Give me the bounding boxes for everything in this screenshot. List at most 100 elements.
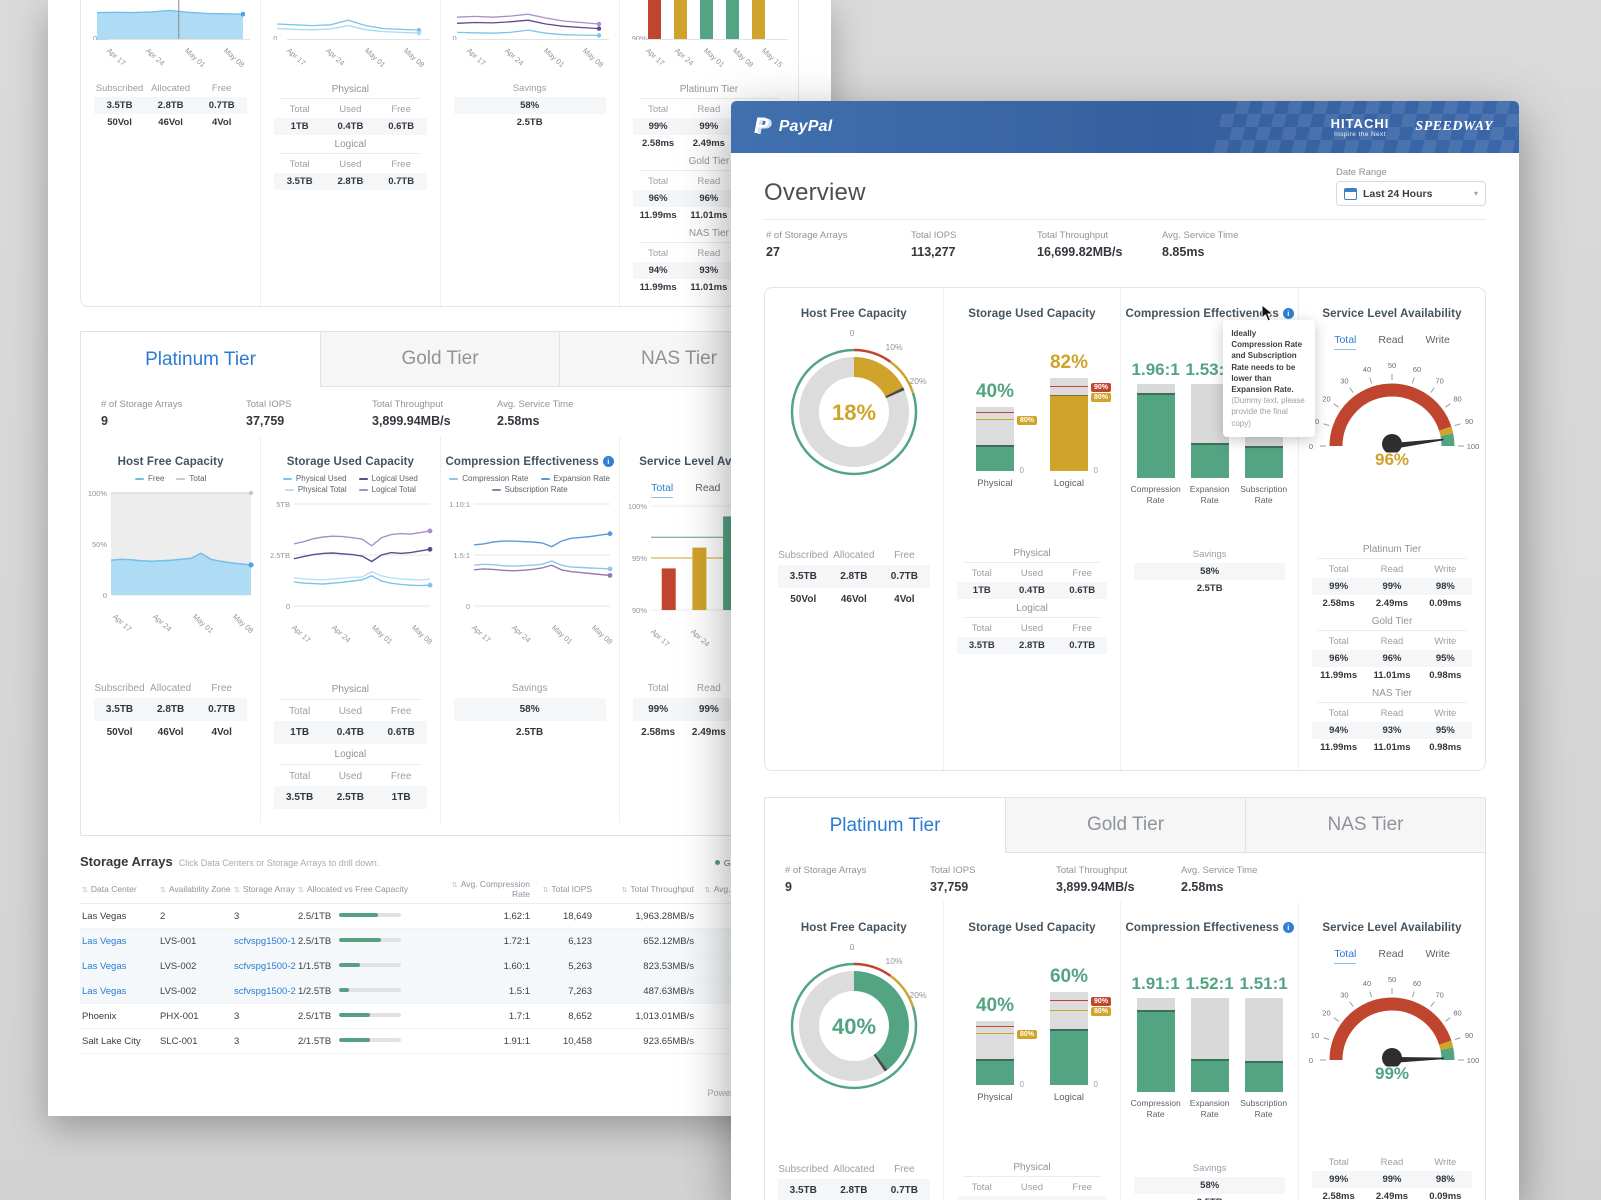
capacity-bar-logical: 82%90%80%0Logical	[1050, 378, 1088, 471]
table-section-title: Physical	[280, 82, 420, 99]
tier-tab-nas-tier[interactable]: NAS Tier	[1245, 798, 1485, 853]
info-icon[interactable]: i	[1283, 308, 1294, 319]
sla-tab-read[interactable]: Read	[1378, 334, 1403, 350]
svg-text:30: 30	[1340, 990, 1348, 999]
sort-icon[interactable]: ⇅	[82, 887, 88, 894]
physical-logical-table: PhysicalTotalUsedFree1TB0.4TB0.6TBLogica…	[261, 82, 439, 190]
svg-text:80: 80	[1453, 1008, 1461, 1017]
back-compression-chart-col: Compression Effectivenessi Compression R…	[440, 436, 619, 673]
subscribed-table: SubscribedAllocatedFree3.5TB2.8TB0.7TB50…	[765, 546, 943, 611]
date-axis-labels: Apr 17Apr 24May 01May 08	[91, 610, 251, 644]
info-icon[interactable]: i	[603, 456, 614, 467]
drilldown-link[interactable]: Las Vegas	[82, 986, 126, 997]
table-header-row: Savings	[1134, 546, 1285, 563]
drilldown-link[interactable]: scfvspg1500-2	[234, 961, 296, 972]
svg-text:95%: 95%	[632, 554, 647, 563]
table-row: Salt Lake CitySLC-00132/1.5TB1.91:110,45…	[80, 1029, 799, 1054]
sla-tab-read[interactable]: Read	[1378, 948, 1403, 964]
sla-tab-total[interactable]: Total	[1334, 334, 1356, 350]
drilldown-link[interactable]: scfvspg1500-1	[234, 936, 296, 947]
table-row: 50Vol46Vol4Vol	[94, 114, 247, 131]
x-axis	[646, 39, 788, 40]
date-axis-labels: Apr 17Apr 24May 01May 08	[441, 40, 619, 80]
chart-legend: Physical UsedLogical UsedPhysical TotalL…	[265, 474, 435, 494]
overview-card: Host Free Capacity 18%010%20% Subscribed…	[764, 287, 1486, 771]
app-header: PP PayPal HITACHI Inspire the Next SPEED…	[731, 101, 1519, 153]
sort-icon[interactable]: ⇅	[298, 887, 304, 894]
sla-tab-total[interactable]: Total	[1334, 948, 1356, 964]
sort-icon[interactable]: ⇅	[234, 887, 240, 894]
sla-tab-total[interactable]: Total	[651, 482, 673, 498]
table-section-title: Logical	[963, 601, 1102, 618]
table-section-title: Physical	[280, 681, 420, 700]
metric: Total Throughput16,699.82MB/s	[1037, 230, 1162, 259]
sla-col: Service Level Availability TotalReadWrit…	[1298, 902, 1485, 1200]
svg-text:0: 0	[1309, 442, 1313, 451]
chevron-down-icon: ▾	[1474, 189, 1478, 198]
tier-tab-bar: Platinum TierGold TierNAS Tier	[81, 332, 798, 387]
svg-text:30: 30	[1340, 376, 1348, 385]
tier-tab-platinum-tier[interactable]: Platinum Tier	[765, 798, 1005, 853]
drilldown-link[interactable]: scfvspg1500-2	[234, 986, 296, 997]
ratio-bar: 1.91:1Compression Rate	[1137, 998, 1175, 1092]
back-frag-compression: 0 Apr 17Apr 24May 01May 08 Savings58%2.5…	[440, 0, 619, 306]
sort-icon[interactable]: ⇅	[452, 882, 458, 889]
host-free-area-fragment	[95, 0, 246, 40]
axis-zero-label: 0	[93, 34, 97, 40]
sla-tab-read[interactable]: Read	[695, 482, 720, 498]
paypal-mark-icon: PP	[757, 114, 772, 140]
svg-text:60: 60	[1413, 365, 1421, 374]
drilldown-link[interactable]: Las Vegas	[82, 961, 126, 972]
compression-lines-fragment	[455, 0, 605, 40]
sla-tab-write[interactable]: Write	[1425, 334, 1449, 350]
tier-tab-gold-tier[interactable]: Gold Tier	[320, 332, 559, 387]
info-icon[interactable]: i	[1283, 922, 1294, 933]
table-row: 1TB0.4TB0.6TB	[274, 118, 426, 135]
savings-table: Savings58%2.5TB	[441, 80, 619, 131]
table-row: 1TB0.4TB0.6TB	[274, 721, 426, 744]
chart-title: Storage Used Capacity	[944, 922, 1121, 934]
table-row: 2.58ms2.49ms0.09ms	[1312, 1188, 1472, 1200]
tier-availability-table: Platinum TierTotalReadWrite99%99%98%2.58…	[1299, 542, 1485, 756]
table-row: 3.5TB2.8TB0.7TB	[778, 565, 930, 588]
date-range-select[interactable]: Last 24 Hours ▾	[1336, 181, 1486, 206]
svg-text:50%: 50%	[92, 540, 107, 549]
table-row: 96%96%95%	[1312, 650, 1472, 667]
ratio-bar: 1.96:1Compression Rate	[1137, 384, 1175, 478]
sla-tab-bar: Total Read Write	[1299, 334, 1485, 350]
table-header-row: SubscribedAllocatedFree	[778, 546, 930, 565]
metric: Avg. Service Time2.58ms	[1181, 865, 1465, 894]
storage-used-col: Storage Used Capacity 40%80%0Physical60%…	[943, 902, 1121, 1200]
sort-icon[interactable]: ⇅	[160, 887, 166, 894]
back-overview-card: 0 Apr 17Apr 24May 01May 08 SubscribedAll…	[80, 0, 799, 307]
tier-tab-gold-tier[interactable]: Gold Tier	[1005, 798, 1245, 853]
svg-text:70: 70	[1435, 376, 1443, 385]
x-axis	[107, 39, 250, 40]
svg-text:1.5:1: 1.5:1	[453, 551, 470, 560]
chart-title: Host Free Capacity	[765, 308, 943, 320]
sla-tab-write[interactable]: Write	[1425, 948, 1449, 964]
chart-title: Compression Effectivenessi	[1121, 922, 1298, 934]
sort-icon[interactable]: ⇅	[542, 887, 548, 894]
table-row: 99%99%98%	[1312, 1171, 1472, 1188]
table-header-row: Savings	[1134, 1160, 1285, 1177]
drilldown-link[interactable]: Las Vegas	[82, 936, 126, 947]
paypal-wordmark: PayPal	[779, 118, 833, 136]
svg-text:100: 100	[1467, 1056, 1480, 1065]
table-row: 2.5TB	[1134, 1194, 1285, 1200]
physical-logical-table: PhysicalTotalUsedFree1TB0.4TB0.6TBLogica…	[261, 681, 439, 809]
table-section-title: Logical	[280, 137, 420, 154]
table-header-row: TotalUsedFree	[957, 620, 1108, 637]
table-header-row: TotalReadWrite	[1312, 705, 1472, 722]
tier-tab-platinum-tier[interactable]: Platinum Tier	[81, 332, 320, 387]
table-row: PhoenixPHX-00132.5/1TB1.7:18,6521,013.01…	[80, 1004, 799, 1029]
subscribed-table: SubscribedAllocatedFree3.5TB2.8TB0.7TB50…	[81, 679, 260, 744]
table-row: 3.5TB2.8TB0.7TB	[957, 637, 1108, 654]
svg-text:50: 50	[1388, 361, 1396, 370]
svg-text:20: 20	[1322, 394, 1330, 403]
sort-icon[interactable]: ⇅	[705, 887, 711, 894]
svg-text:90%: 90%	[632, 606, 647, 615]
svg-text:100%: 100%	[628, 502, 648, 511]
table-header-row: SubscribedAllocatedFree	[94, 80, 247, 97]
sort-icon[interactable]: ⇅	[621, 887, 627, 894]
